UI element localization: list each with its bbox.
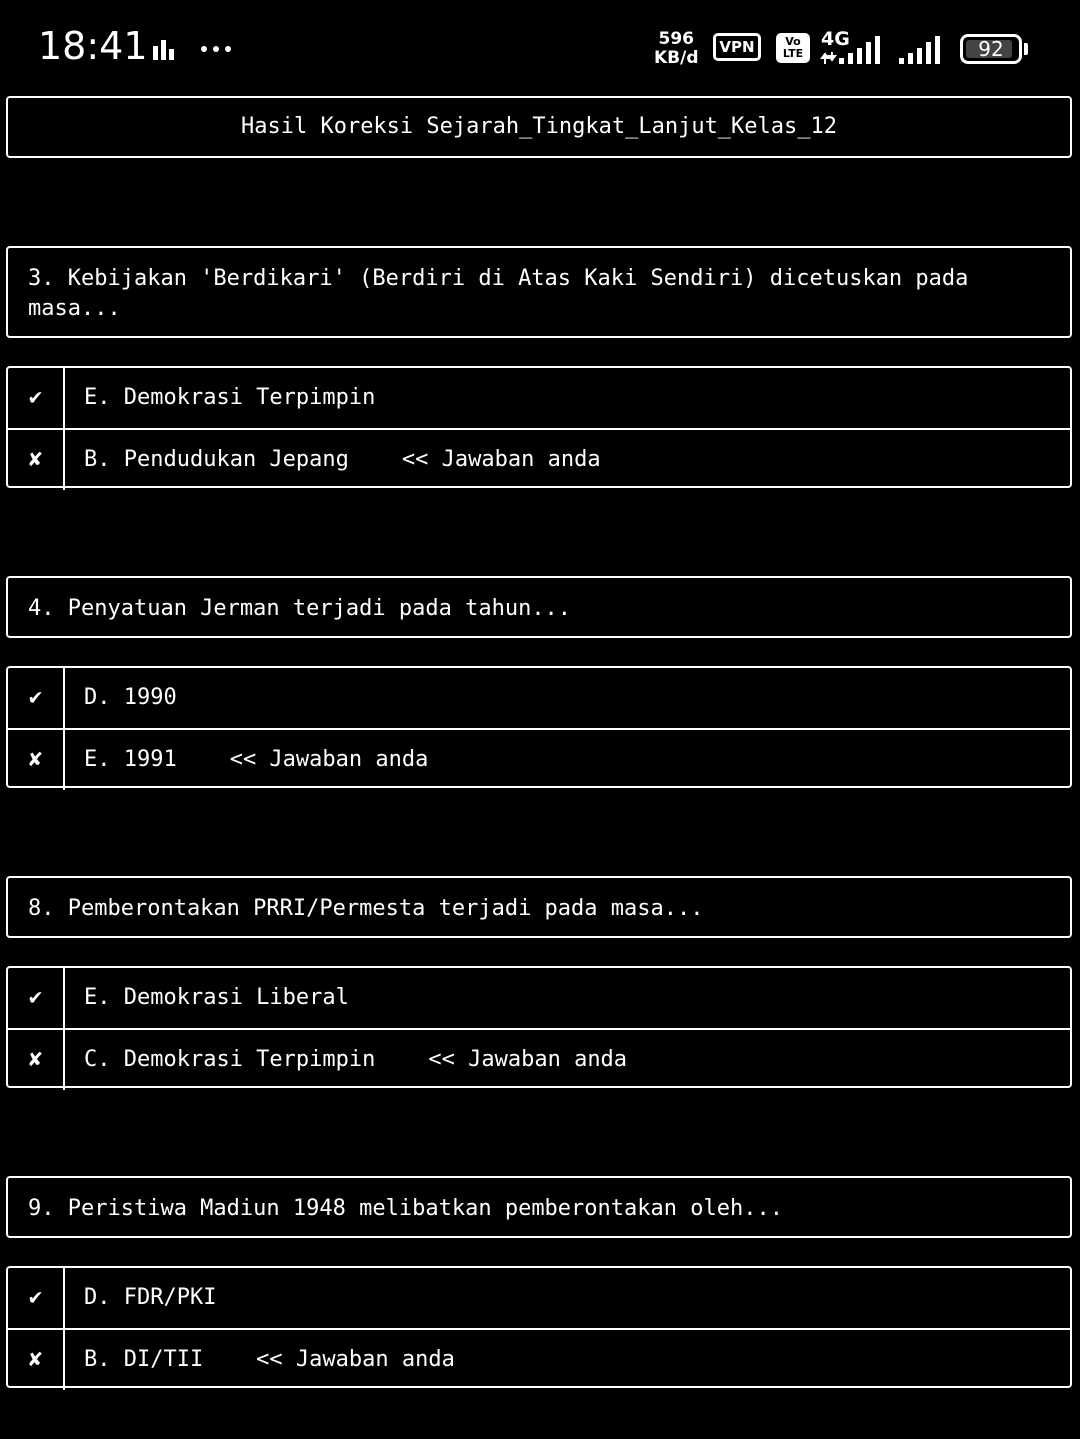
question-text: 3. Kebijakan 'Berdikari' (Berdiri di Ata… — [6, 246, 1072, 338]
correct-answer-row: ✔ E. Demokrasi Terpimpin — [8, 368, 1070, 428]
network-speed: 596 KB/d — [654, 30, 699, 68]
user-answer-row: ✘ B. DI/TII << Jawaban anda — [8, 1328, 1070, 1390]
cross-icon: ✘ — [8, 1030, 65, 1090]
user-answer-row: ✘ E. 1991 << Jawaban anda — [8, 728, 1070, 790]
question-text: 9. Peristiwa Madiun 1948 melibatkan pemb… — [6, 1176, 1072, 1238]
check-icon: ✔ — [8, 668, 65, 728]
cross-icon: ✘ — [8, 1330, 65, 1390]
correct-answer-row: ✔ D. 1990 — [8, 668, 1070, 728]
answer-table: ✔ D. FDR/PKI ✘ B. DI/TII << Jawaban anda — [6, 1266, 1072, 1390]
page-title: Hasil Koreksi Sejarah_Tingkat_Lanjut_Kel… — [6, 96, 1072, 158]
battery-icon: 92 — [960, 34, 1022, 64]
speed-unit: KB/d — [654, 48, 699, 68]
user-answer-row: ✘ B. Pendudukan Jepang << Jawaban anda — [8, 428, 1070, 490]
signal-icon — [899, 36, 940, 64]
check-icon: ✔ — [8, 368, 65, 428]
check-icon: ✔ — [8, 1268, 65, 1328]
user-answer-text: E. 1991 << Jawaban anda — [84, 747, 429, 772]
user-answer-text: B. DI/TII << Jawaban anda — [84, 1347, 455, 1372]
status-bar: 18:41 596 KB/d VPN Vo LTE 4G 92 — [0, 0, 1080, 96]
cross-icon: ✘ — [8, 730, 65, 790]
more-dots-icon — [201, 46, 231, 52]
volte-badge: Vo LTE — [776, 33, 810, 63]
correct-answer-text: E. Demokrasi Terpimpin — [84, 385, 376, 410]
question-text: 8. Pemberontakan PRRI/Permesta terjadi p… — [6, 876, 1072, 938]
cross-icon: ✘ — [8, 430, 65, 490]
correct-answer-row: ✔ D. FDR/PKI — [8, 1268, 1070, 1328]
question-text: 4. Penyatuan Jerman terjadi pada tahun..… — [6, 576, 1072, 638]
battery-tip — [1024, 43, 1028, 55]
battery-percent: 92 — [978, 37, 1004, 61]
correct-answer-row: ✔ E. Demokrasi Liberal — [8, 968, 1070, 1028]
user-answer-row: ✘ C. Demokrasi Terpimpin << Jawaban anda — [8, 1028, 1070, 1090]
correct-answer-text: D. FDR/PKI — [84, 1285, 217, 1310]
volte-bottom: LTE — [782, 47, 804, 60]
vpn-badge: VPN — [713, 33, 761, 61]
answer-table: ✔ E. Demokrasi Liberal ✘ C. Demokrasi Te… — [6, 966, 1072, 1090]
signal-icon — [820, 36, 880, 64]
answer-table: ✔ E. Demokrasi Terpimpin ✘ B. Pendudukan… — [6, 366, 1072, 490]
correct-answer-text: E. Demokrasi Liberal — [84, 985, 349, 1010]
clock: 18:41 — [38, 24, 148, 68]
user-answer-text: C. Demokrasi Terpimpin << Jawaban anda — [84, 1047, 628, 1072]
speed-value: 596 — [658, 29, 695, 49]
correct-answer-text: D. 1990 — [84, 685, 177, 710]
user-answer-text: B. Pendudukan Jepang << Jawaban anda — [84, 447, 601, 472]
check-icon: ✔ — [8, 968, 65, 1028]
answer-table: ✔ D. 1990 ✘ E. 1991 << Jawaban anda — [6, 666, 1072, 790]
activity-bars-icon — [153, 40, 174, 60]
